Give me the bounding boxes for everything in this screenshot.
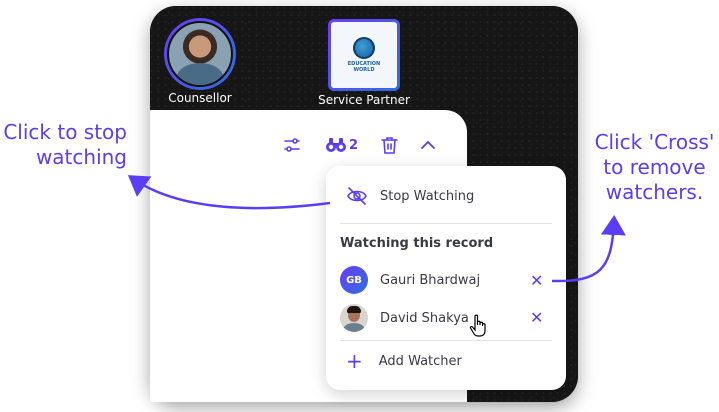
annotation-arrows [127,175,626,283]
